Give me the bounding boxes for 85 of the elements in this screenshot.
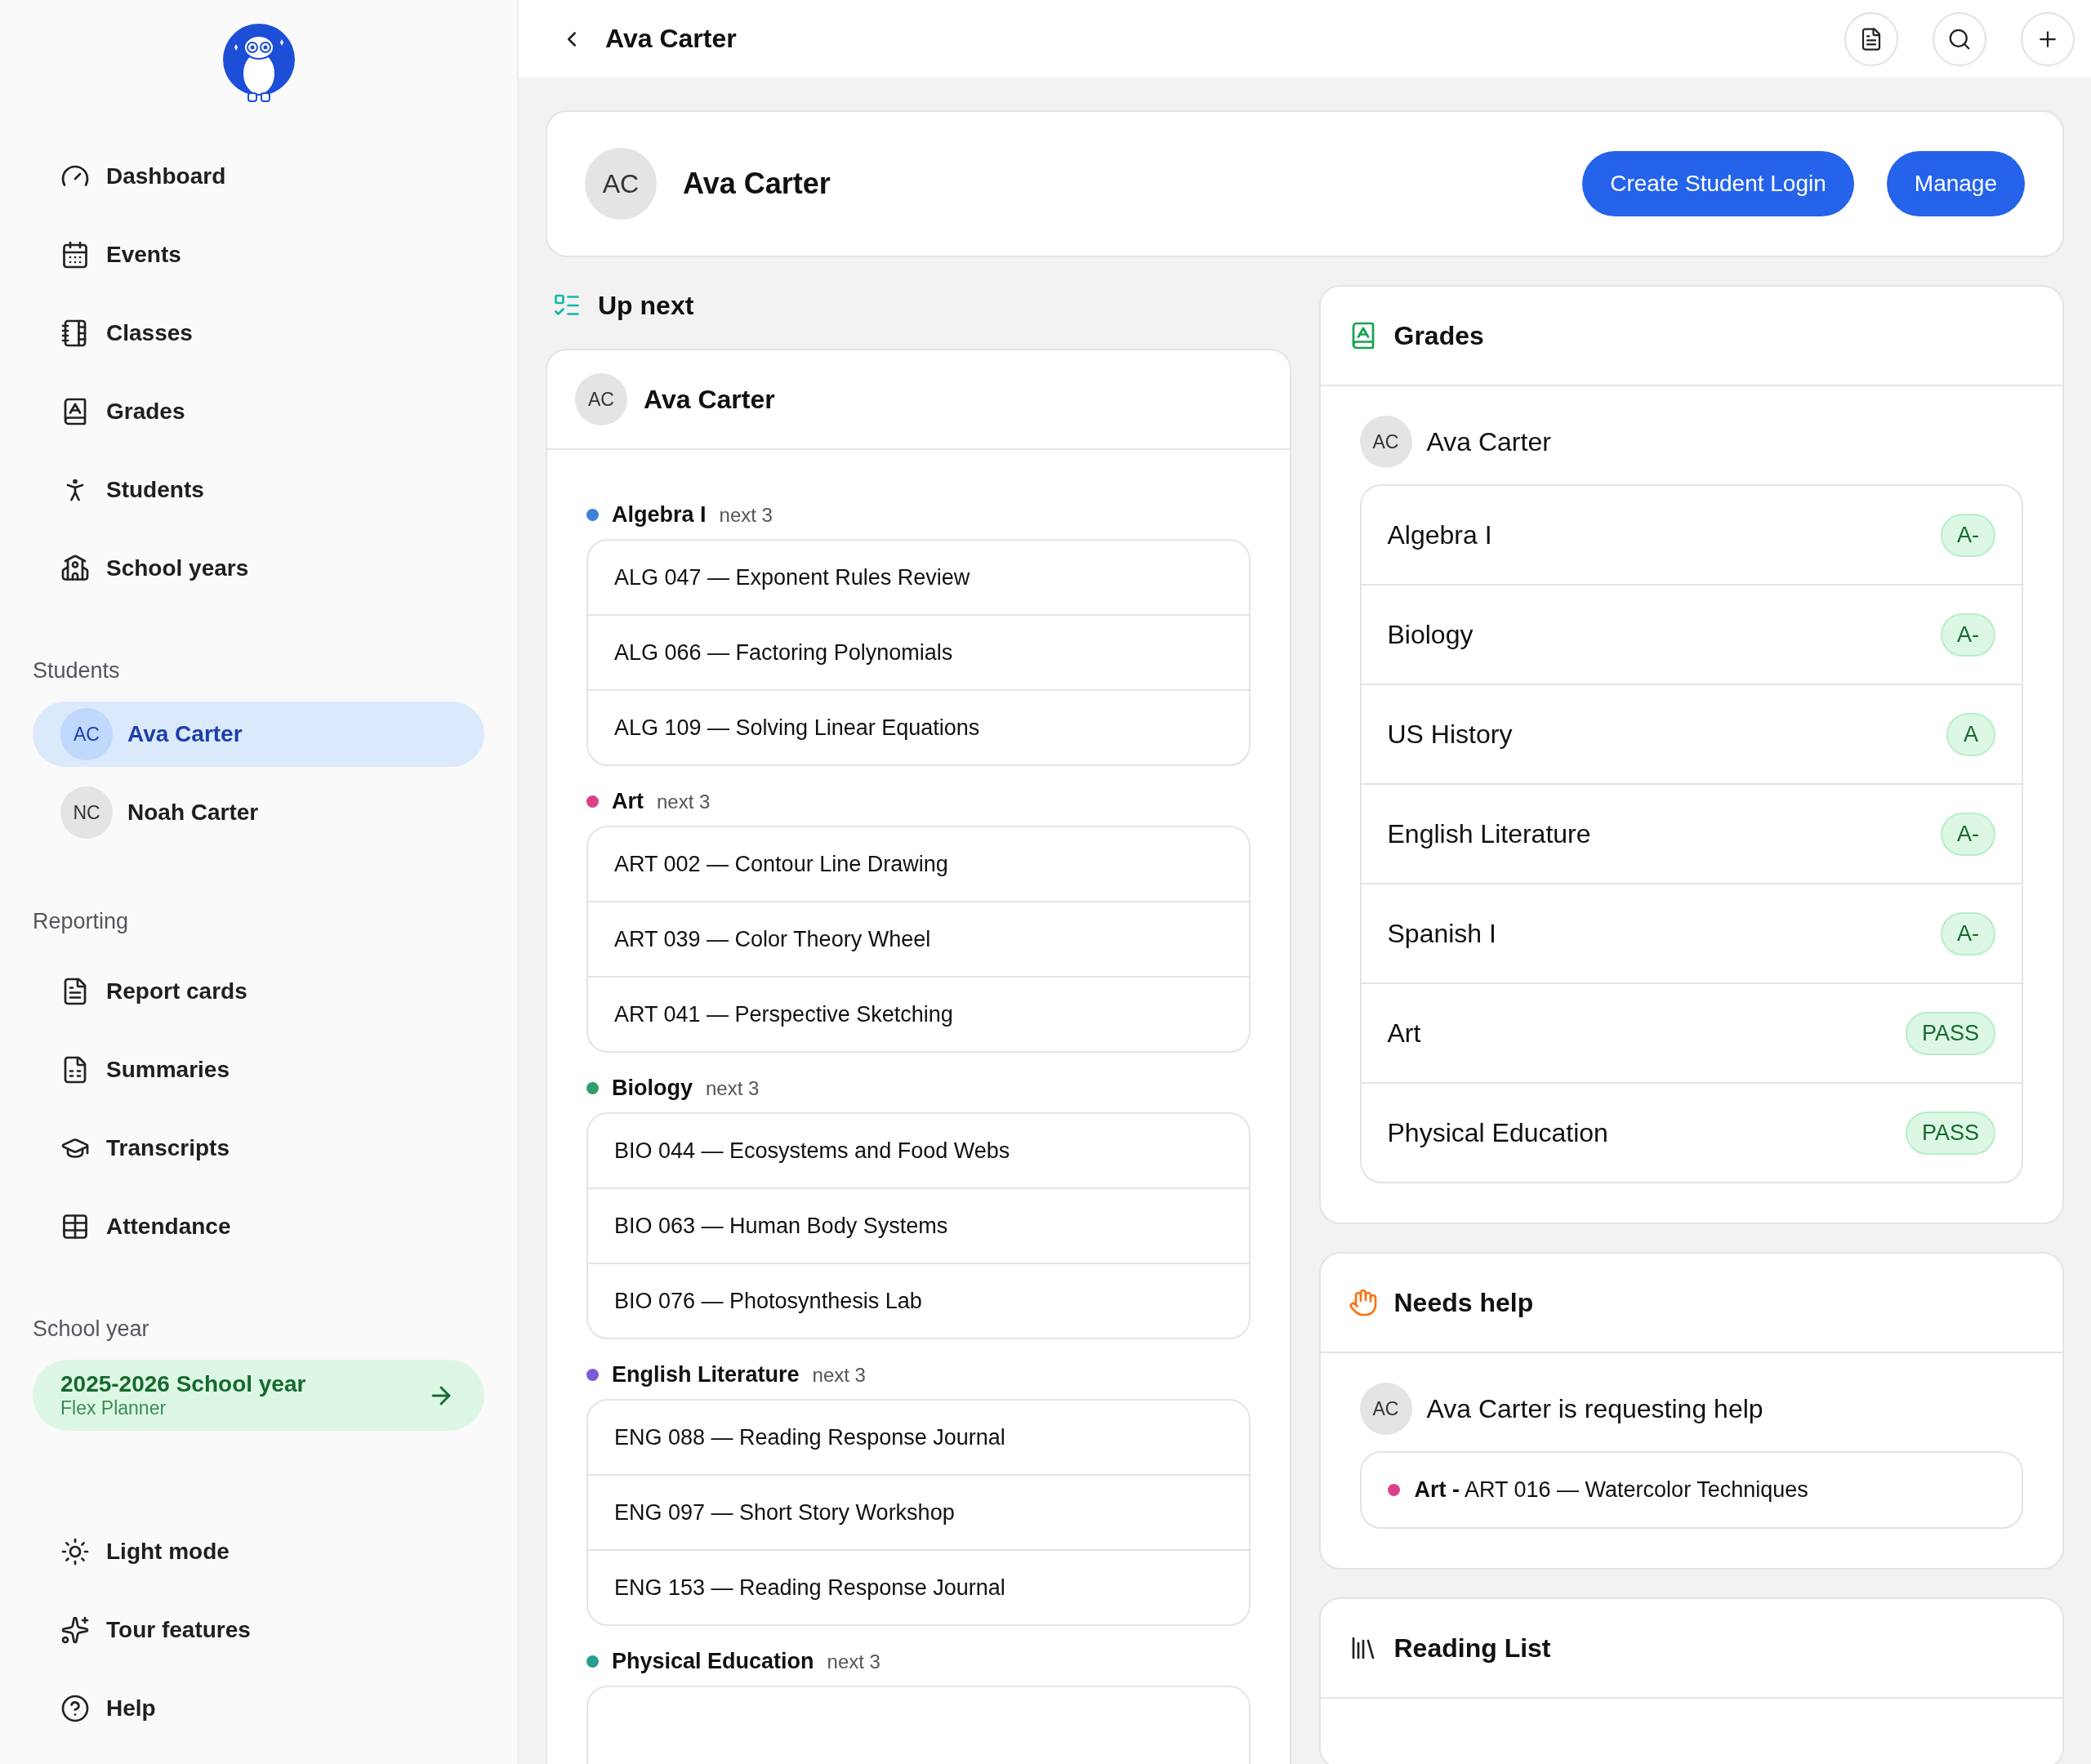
subject-name: Art xyxy=(1387,1018,1421,1049)
lesson-item[interactable]: BIO 076 — Photosynthesis Lab xyxy=(588,1263,1249,1338)
lesson-item[interactable]: ART 039 — Color Theory Wheel xyxy=(588,901,1249,976)
lesson-item[interactable]: ALG 109 — Solving Linear Equations xyxy=(588,689,1249,764)
subject-name: English Literature xyxy=(1387,818,1591,849)
school-building-icon xyxy=(60,554,90,583)
nav-item[interactable]: Summaries xyxy=(33,1031,484,1109)
card-title: Reading List xyxy=(1393,1633,1551,1664)
grade-badge: A- xyxy=(1941,911,1995,956)
section-label: School year xyxy=(33,1316,150,1342)
section-label: Students xyxy=(33,658,121,684)
lesson-count: next 3 xyxy=(657,790,711,813)
card-title: Grades xyxy=(1393,320,1484,351)
section-label: Reporting xyxy=(33,909,130,934)
lesson-item[interactable]: BIO 044 — Ecosystems and Food Webs xyxy=(588,1114,1249,1187)
lesson-item[interactable]: BIO 063 — Human Body Systems xyxy=(588,1187,1249,1263)
school-year-title: 2025-2026 School year xyxy=(60,1371,306,1397)
lesson-count: next 3 xyxy=(827,1650,881,1673)
grade-badge: A xyxy=(1946,712,1995,756)
nav-item[interactable]: Light mode xyxy=(33,1512,484,1591)
nav-item[interactable]: Transcripts xyxy=(33,1109,484,1187)
lesson-count: next 3 xyxy=(812,1363,866,1387)
action-button[interactable]: Manage xyxy=(1886,151,2025,216)
subject-name: Physical Education xyxy=(1387,1117,1608,1148)
grade-badge: PASS xyxy=(1905,1011,1995,1055)
avatar: NC xyxy=(60,786,113,839)
student-item[interactable]: NC Noah Carter xyxy=(33,780,484,845)
lesson-item[interactable]: ALG 066 — Factoring Polynomials xyxy=(588,614,1249,689)
avatar: AC xyxy=(585,148,657,220)
nav-item[interactable]: Attendance xyxy=(33,1187,484,1266)
help-icon xyxy=(60,1694,90,1723)
class-name: English Literature xyxy=(612,1362,800,1388)
lesson-item[interactable]: ENG 097 — Short Story Workshop xyxy=(588,1474,1249,1549)
lesson-item[interactable]: ENG 088 — Reading Response Journal xyxy=(588,1401,1249,1474)
school-year-subtitle: Flex Planner xyxy=(60,1397,167,1419)
nav-item[interactable]: Events xyxy=(33,216,484,294)
calendar-icon xyxy=(60,240,90,270)
lesson-item[interactable]: ALG 047 — Exponent Rules Review xyxy=(588,541,1249,614)
lesson-item[interactable]: ART 002 — Contour Line Drawing xyxy=(588,827,1249,901)
subject-name: US History xyxy=(1387,719,1513,750)
nav-item[interactable]: Help xyxy=(33,1669,484,1748)
lesson-count: next 3 xyxy=(706,1076,760,1100)
subject-name: Biology xyxy=(1387,619,1474,650)
card-title: Needs help xyxy=(1393,1287,1534,1318)
lesson-item[interactable]: ART 041 — Perspective Sketching xyxy=(588,976,1249,1051)
student-item[interactable]: AC Ava Carter xyxy=(33,702,484,767)
school-year-card[interactable]: 2025-2026 School year Flex Planner xyxy=(33,1360,484,1431)
class-name: Physical Education xyxy=(612,1649,814,1674)
nav-item[interactable]: School years xyxy=(33,529,484,608)
help-message: Ava Carter is requesting help xyxy=(1426,1393,1763,1424)
request-text: Art - ART 016 — Watercolor Techniques xyxy=(1414,1477,1808,1503)
avatar: AC xyxy=(1359,416,1412,468)
nav-item[interactable]: Students xyxy=(33,451,484,529)
hand-icon xyxy=(1348,1288,1378,1317)
action-button[interactable]: Create Student Login xyxy=(1582,151,1854,216)
class-name: Biology xyxy=(612,1076,693,1101)
subject-name: Algebra I xyxy=(1387,519,1492,550)
grade-badge: A- xyxy=(1941,612,1995,657)
sparkles-icon xyxy=(60,1615,90,1645)
grade-badge: A- xyxy=(1941,812,1995,856)
page-title: Ava Carter xyxy=(605,24,738,54)
grade-badge: A- xyxy=(1941,513,1995,557)
nav-item[interactable]: Classes xyxy=(33,294,484,372)
nav-item[interactable]: Dashboard xyxy=(33,137,484,216)
lesson-item[interactable]: ENG 153 — Reading Response Journal xyxy=(588,1549,1249,1624)
student-name: Ava Carter xyxy=(644,384,775,415)
class-name: Art xyxy=(612,789,644,814)
student-name: Ava Carter xyxy=(127,721,243,747)
student-name: Ava Carter xyxy=(683,167,831,201)
nav-item[interactable]: Grades xyxy=(33,372,484,451)
section-title: Up next xyxy=(598,290,694,321)
subject-name: Spanish I xyxy=(1387,918,1496,949)
table-icon xyxy=(60,1212,90,1241)
avatar: AC xyxy=(575,373,627,425)
nav-item[interactable]: Report cards xyxy=(33,952,484,1031)
sun-icon xyxy=(60,1537,90,1566)
class-name: Algebra I xyxy=(612,502,707,528)
student-name: Ava Carter xyxy=(1426,426,1551,457)
student-name: Noah Carter xyxy=(127,800,259,826)
avatar: AC xyxy=(60,708,113,760)
grade-badge: PASS xyxy=(1905,1111,1995,1155)
avatar: AC xyxy=(1359,1383,1412,1435)
help-request[interactable]: Art - ART 016 — Watercolor Techniques xyxy=(1359,1451,2023,1529)
lesson-count: next 3 xyxy=(719,503,773,527)
nav-item[interactable]: Tour features xyxy=(33,1591,484,1669)
